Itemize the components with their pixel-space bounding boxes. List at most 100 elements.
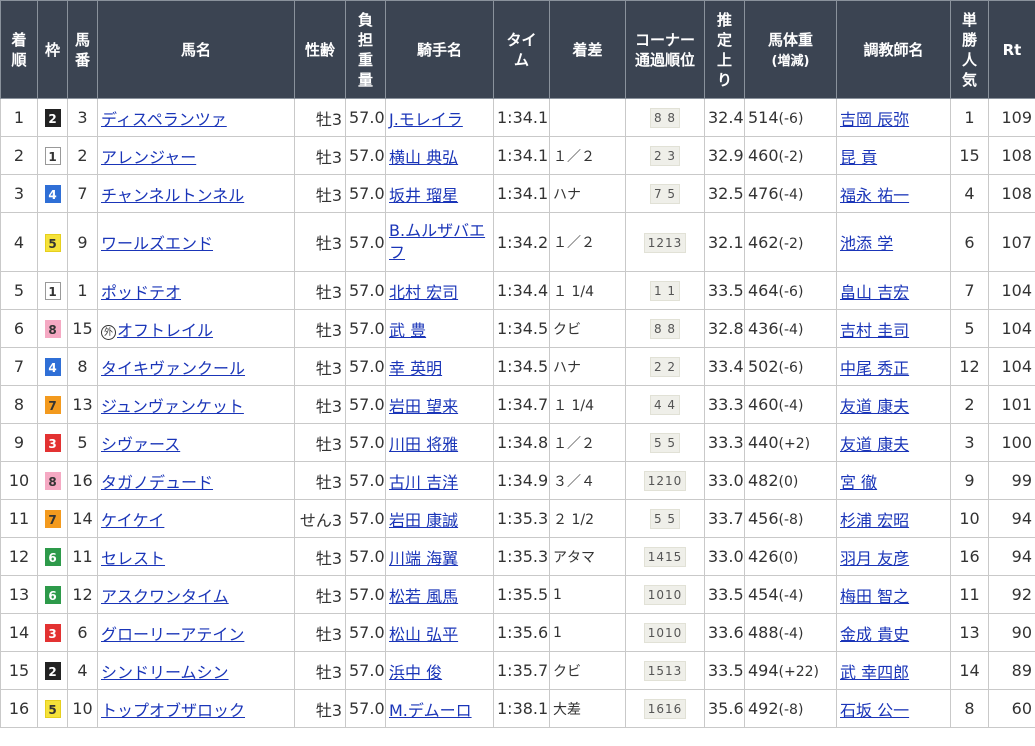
jockey-link[interactable]: 松若 風馬 xyxy=(389,587,458,606)
horse-name-link[interactable]: アレンジャー xyxy=(101,148,196,167)
corner-positions: 8 8 xyxy=(649,108,681,128)
trainer-link[interactable]: 畠山 吉宏 xyxy=(840,283,909,302)
header-rank[interactable]: 着順 xyxy=(0,0,38,99)
header-sex-age[interactable]: 性齢 xyxy=(294,0,346,99)
trainer-link[interactable]: 池添 学 xyxy=(840,234,893,253)
umaban-cell: 4 xyxy=(67,651,98,690)
header-jockey[interactable]: 騎手名 xyxy=(385,0,494,99)
jockey-link[interactable]: 岩田 康誠 xyxy=(389,511,458,530)
header-corner[interactable]: コーナー 通過順位 xyxy=(625,0,705,99)
popularity-cell: 1 xyxy=(950,98,989,137)
rank-cell: 8 xyxy=(0,385,38,424)
last3f-cell: 33.5 xyxy=(704,651,745,690)
jockey-link[interactable]: 古川 吉洋 xyxy=(389,473,458,492)
corner-cell: 7 5 xyxy=(625,174,705,213)
header-row: 着順 枠 馬番 馬名 性齢 負担重量 騎手名 タイム 着差 コーナー 通過順位 推… xyxy=(0,0,1035,99)
horse-name-link[interactable]: オフトレイル xyxy=(117,321,213,340)
sex-age-cell: 牡3 xyxy=(294,98,346,137)
jockey-link[interactable]: 幸 英明 xyxy=(389,359,442,378)
trainer-link[interactable]: 武 幸四郎 xyxy=(840,663,909,682)
margin-cell: クビ xyxy=(549,309,626,348)
umaban-cell: 1 xyxy=(67,271,98,310)
jockey-link[interactable]: B.ムルザバエフ xyxy=(389,221,485,262)
horse-name-link[interactable]: ポッドテオ xyxy=(101,283,181,302)
header-body-weight[interactable]: 馬体重 (増減) xyxy=(744,0,837,99)
trainer-link[interactable]: 吉岡 辰弥 xyxy=(840,110,909,129)
header-rt[interactable]: Rt xyxy=(988,0,1035,99)
horse-name-link[interactable]: チャンネルトンネル xyxy=(101,186,244,205)
trainer-link[interactable]: 杉浦 宏昭 xyxy=(840,511,909,530)
header-trainer[interactable]: 調教師名 xyxy=(836,0,951,99)
horse-name-link[interactable]: ケイケイ xyxy=(101,511,164,530)
trainer-link[interactable]: 梅田 智之 xyxy=(840,587,909,606)
time-cell: 1:34.1 xyxy=(493,98,550,137)
header-time[interactable]: タイム xyxy=(493,0,550,99)
table-row: 14 3 6 グローリーアテイン 牡3 57.0 松山 弘平 1:35.6 1 1010 33.6 4… xyxy=(0,613,1035,652)
trainer-link[interactable]: 宮 徹 xyxy=(840,473,877,492)
last3f-cell: 32.8 xyxy=(704,309,745,348)
umaban-cell: 3 xyxy=(67,98,98,137)
header-popularity[interactable]: 単勝人気 xyxy=(950,0,989,99)
rank-cell: 5 xyxy=(0,271,38,310)
horse-name-cell: アレンジャー xyxy=(97,136,295,175)
header-umaban[interactable]: 馬番 xyxy=(67,0,98,99)
body-weight: 492 xyxy=(748,699,779,718)
body-weight: 456 xyxy=(748,509,779,528)
horse-name-link[interactable]: ディスペランツァ xyxy=(101,110,227,129)
header-last3f[interactable]: 推定上り xyxy=(704,0,745,99)
horse-name-link[interactable]: トップオブザロック xyxy=(101,701,245,720)
body-weight-diff: (-4) xyxy=(778,398,804,414)
sex-age-cell: 牡3 xyxy=(294,174,346,213)
last3f-cell: 32.5 xyxy=(704,174,745,213)
jockey-cell: 岩田 望来 xyxy=(385,385,494,424)
horse-name-link[interactable]: ジュンヴァンケット xyxy=(101,397,244,416)
trainer-link[interactable]: 昆 貢 xyxy=(840,148,877,167)
horse-name-link[interactable]: シンドリームシン xyxy=(101,663,229,682)
jockey-link[interactable]: M.デムーロ xyxy=(389,701,472,720)
jockey-link[interactable]: 川田 将雅 xyxy=(389,435,458,454)
horse-name-link[interactable]: シヴァース xyxy=(101,435,180,454)
corner-cell: 1616 xyxy=(625,689,705,728)
horse-name-link[interactable]: ワールズエンド xyxy=(101,234,213,253)
trainer-cell: 友道 康夫 xyxy=(836,385,951,424)
jockey-link[interactable]: 川端 海翼 xyxy=(389,549,458,568)
jockey-link[interactable]: 浜中 俊 xyxy=(389,663,442,682)
horse-name-link[interactable]: タイキヴァンクール xyxy=(101,359,245,378)
body-weight-cell: 514(-6) xyxy=(744,98,837,137)
waku-badge: 4 xyxy=(44,185,61,203)
trainer-link[interactable]: 羽月 友彦 xyxy=(840,549,909,568)
body-weight-diff: (+2) xyxy=(778,436,811,452)
jockey-link[interactable]: J.モレイラ xyxy=(389,110,463,129)
corner-cell: 4 4 xyxy=(625,385,705,424)
trainer-link[interactable]: 中尾 秀正 xyxy=(840,359,909,378)
time-cell: 1:34.8 xyxy=(493,423,550,462)
header-waku[interactable]: 枠 xyxy=(37,0,68,99)
horse-name-link[interactable]: アスクワンタイム xyxy=(101,587,229,606)
trainer-link[interactable]: 吉村 圭司 xyxy=(840,321,909,340)
last3f-cell: 35.6 xyxy=(704,689,745,728)
popularity-cell: 5 xyxy=(950,309,989,348)
header-margin[interactable]: 着差 xyxy=(549,0,626,99)
jockey-link[interactable]: 武 豊 xyxy=(389,321,426,340)
jockey-link[interactable]: 岩田 望来 xyxy=(389,397,458,416)
horse-name-link[interactable]: グローリーアテイン xyxy=(101,625,244,644)
horse-name-link[interactable]: セレスト xyxy=(101,549,165,568)
popularity-cell: 10 xyxy=(950,499,989,538)
header-weight[interactable]: 負担重量 xyxy=(345,0,386,99)
last3f-cell: 33.6 xyxy=(704,613,745,652)
trainer-link[interactable]: 石坂 公一 xyxy=(840,701,909,720)
trainer-link[interactable]: 友道 康夫 xyxy=(840,435,909,454)
jockey-link[interactable]: 横山 典弘 xyxy=(389,148,458,167)
jockey-link[interactable]: 坂井 瑠星 xyxy=(389,186,458,205)
waku-cell: 6 xyxy=(37,537,68,576)
horse-name-link[interactable]: タガノデュード xyxy=(101,473,213,492)
jockey-link[interactable]: 松山 弘平 xyxy=(389,625,458,644)
trainer-link[interactable]: 福永 祐一 xyxy=(840,186,909,205)
table-row: 16 5 10 トップオブザロック 牡3 57.0 M.デムーロ 1:38.1 大差 1616 35… xyxy=(0,689,1035,728)
jockey-link[interactable]: 北村 宏司 xyxy=(389,283,458,302)
corner-positions: 7 5 xyxy=(649,184,681,204)
margin-cell: ハナ xyxy=(549,174,626,213)
header-horse-name[interactable]: 馬名 xyxy=(97,0,295,99)
trainer-link[interactable]: 金成 貴史 xyxy=(840,625,909,644)
trainer-link[interactable]: 友道 康夫 xyxy=(840,397,909,416)
